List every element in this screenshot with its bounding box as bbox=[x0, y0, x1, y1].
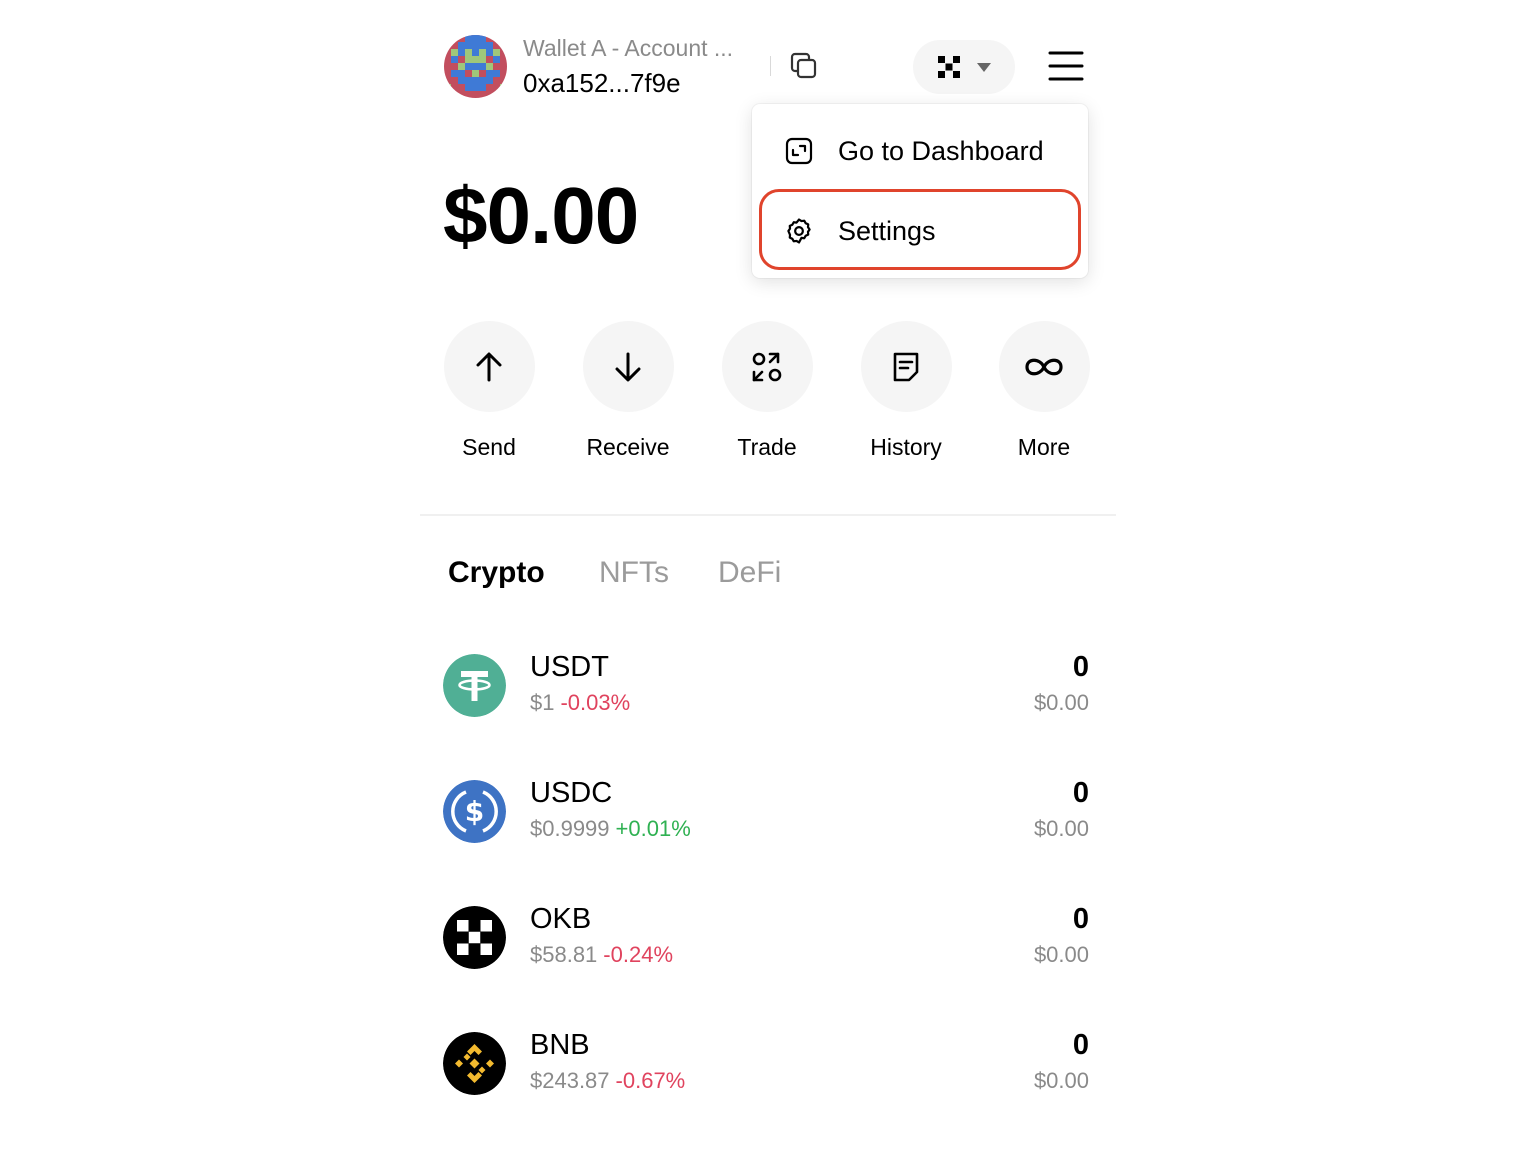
document-icon bbox=[893, 352, 919, 381]
token-price: $0.9999 bbox=[530, 816, 610, 841]
hamburger-menu-button[interactable] bbox=[1046, 48, 1086, 84]
token-amount: 0 bbox=[1072, 1029, 1089, 1061]
send-button[interactable]: Send bbox=[443, 321, 535, 461]
dashboard-icon bbox=[785, 137, 813, 165]
receive-button[interactable]: Receive bbox=[582, 321, 674, 461]
token-symbol: OKB bbox=[530, 903, 592, 935]
usdt-icon bbox=[443, 654, 506, 717]
token-value: $0.00 bbox=[1033, 942, 1089, 967]
menu-item-label: Go to Dashboard bbox=[838, 135, 1044, 166]
arrow-down-icon bbox=[615, 352, 641, 381]
token-price-line: $58.81 -0.24% bbox=[530, 942, 673, 968]
hamburger-icon bbox=[1048, 51, 1084, 81]
token-price: $1 bbox=[530, 690, 555, 715]
token-row-okb[interactable]: OKB $58.81 -0.24% 0 $0.00 bbox=[443, 903, 1089, 972]
token-symbol: BNB bbox=[530, 1029, 590, 1061]
tab-nfts[interactable]: NFTs bbox=[599, 556, 669, 590]
token-symbol: USDC bbox=[530, 777, 613, 809]
settings-highlight-outline bbox=[759, 189, 1081, 270]
avatar[interactable] bbox=[444, 35, 507, 98]
token-value: $0.00 bbox=[1033, 1068, 1089, 1093]
chevron-down-icon bbox=[977, 63, 991, 72]
arrow-up-icon bbox=[476, 352, 502, 381]
token-change: +0.01% bbox=[615, 816, 691, 841]
okb-icon bbox=[443, 906, 506, 969]
section-divider bbox=[420, 514, 1116, 516]
token-value: $0.00 bbox=[1033, 816, 1089, 841]
trade-button[interactable]: Trade bbox=[721, 321, 813, 461]
tab-defi[interactable]: DeFi bbox=[718, 556, 781, 590]
token-change: -0.03% bbox=[560, 690, 631, 715]
wallet-address[interactable]: 0xa152...7f9e bbox=[523, 68, 681, 99]
token-row-usdc[interactable]: $ USDC $0.9999 +0.01% 0 $0.00 bbox=[443, 777, 1089, 846]
infinity-icon bbox=[1025, 358, 1063, 375]
network-selector[interactable] bbox=[913, 40, 1015, 94]
menu-item-go-to-dashboard[interactable]: Go to Dashboard bbox=[752, 112, 1088, 190]
token-amount: 0 bbox=[1072, 777, 1089, 809]
history-button[interactable]: History bbox=[860, 321, 952, 461]
token-price-line: $243.87 -0.67% bbox=[530, 1068, 685, 1094]
token-change: -0.67% bbox=[615, 1068, 686, 1093]
token-row-usdt[interactable]: USDT $1 -0.03% 0 $0.00 bbox=[443, 651, 1089, 720]
swap-icon bbox=[752, 352, 782, 381]
copy-address-button[interactable] bbox=[786, 48, 822, 84]
token-amount: 0 bbox=[1072, 651, 1089, 683]
copy-icon bbox=[790, 52, 817, 79]
okx-network-icon bbox=[938, 56, 960, 78]
svg-text:$: $ bbox=[465, 795, 484, 828]
token-row-bnb[interactable]: BNB $243.87 -0.67% 0 $0.00 bbox=[443, 1029, 1089, 1098]
header-divider bbox=[770, 56, 771, 76]
receive-label: Receive bbox=[586, 434, 670, 460]
more-label: More bbox=[1017, 434, 1071, 460]
wallet-name[interactable]: Wallet A - Account ... bbox=[523, 35, 733, 62]
token-symbol: USDT bbox=[530, 651, 609, 683]
token-price-line: $0.9999 +0.01% bbox=[530, 816, 691, 842]
tab-crypto[interactable]: Crypto bbox=[448, 556, 545, 590]
more-button[interactable]: More bbox=[998, 321, 1090, 461]
usdc-icon: $ bbox=[443, 780, 506, 843]
bnb-icon bbox=[443, 1032, 506, 1095]
trade-label: Trade bbox=[737, 434, 797, 460]
token-price: $58.81 bbox=[530, 942, 598, 967]
token-value: $0.00 bbox=[1033, 690, 1089, 715]
total-balance: $0.00 bbox=[443, 171, 639, 260]
send-label: Send bbox=[462, 434, 516, 460]
token-change: -0.24% bbox=[603, 942, 674, 967]
token-price: $243.87 bbox=[530, 1068, 610, 1093]
token-amount: 0 bbox=[1072, 903, 1089, 935]
history-label: History bbox=[870, 434, 942, 460]
token-price-line: $1 -0.03% bbox=[530, 690, 630, 716]
